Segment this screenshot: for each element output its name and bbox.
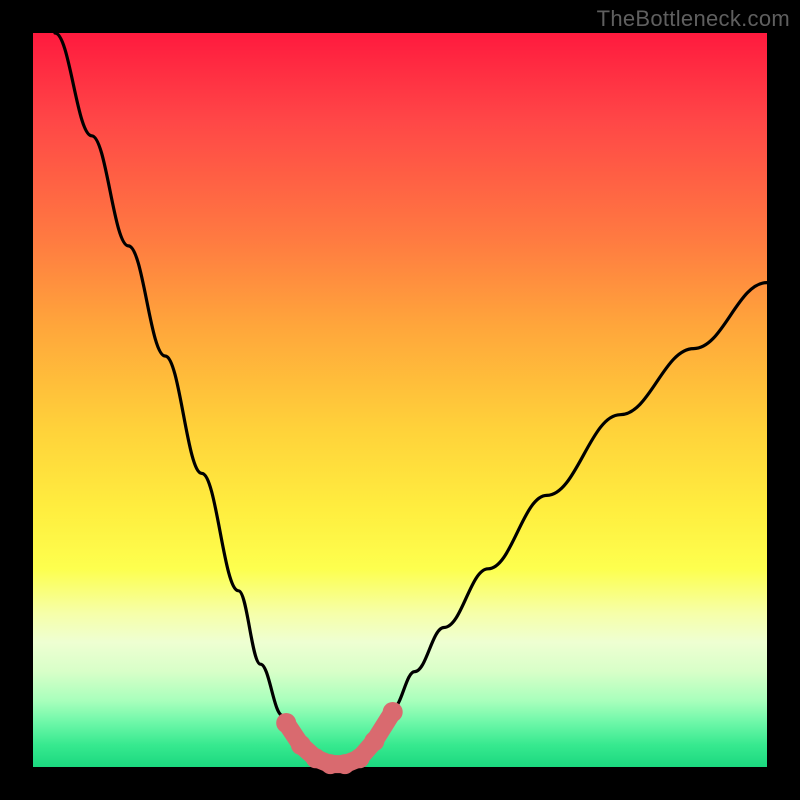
watermark-text: TheBottleneck.com — [597, 6, 790, 32]
bottleneck-curve — [55, 33, 767, 765]
marker-dot — [364, 731, 384, 751]
marker-dot — [383, 702, 403, 722]
marker-dot — [350, 748, 370, 768]
bottom-marker-group — [276, 702, 403, 774]
marker-dot — [276, 713, 296, 733]
chart-svg — [33, 33, 767, 767]
plot-area — [33, 33, 767, 767]
outer-frame: TheBottleneck.com — [0, 0, 800, 800]
